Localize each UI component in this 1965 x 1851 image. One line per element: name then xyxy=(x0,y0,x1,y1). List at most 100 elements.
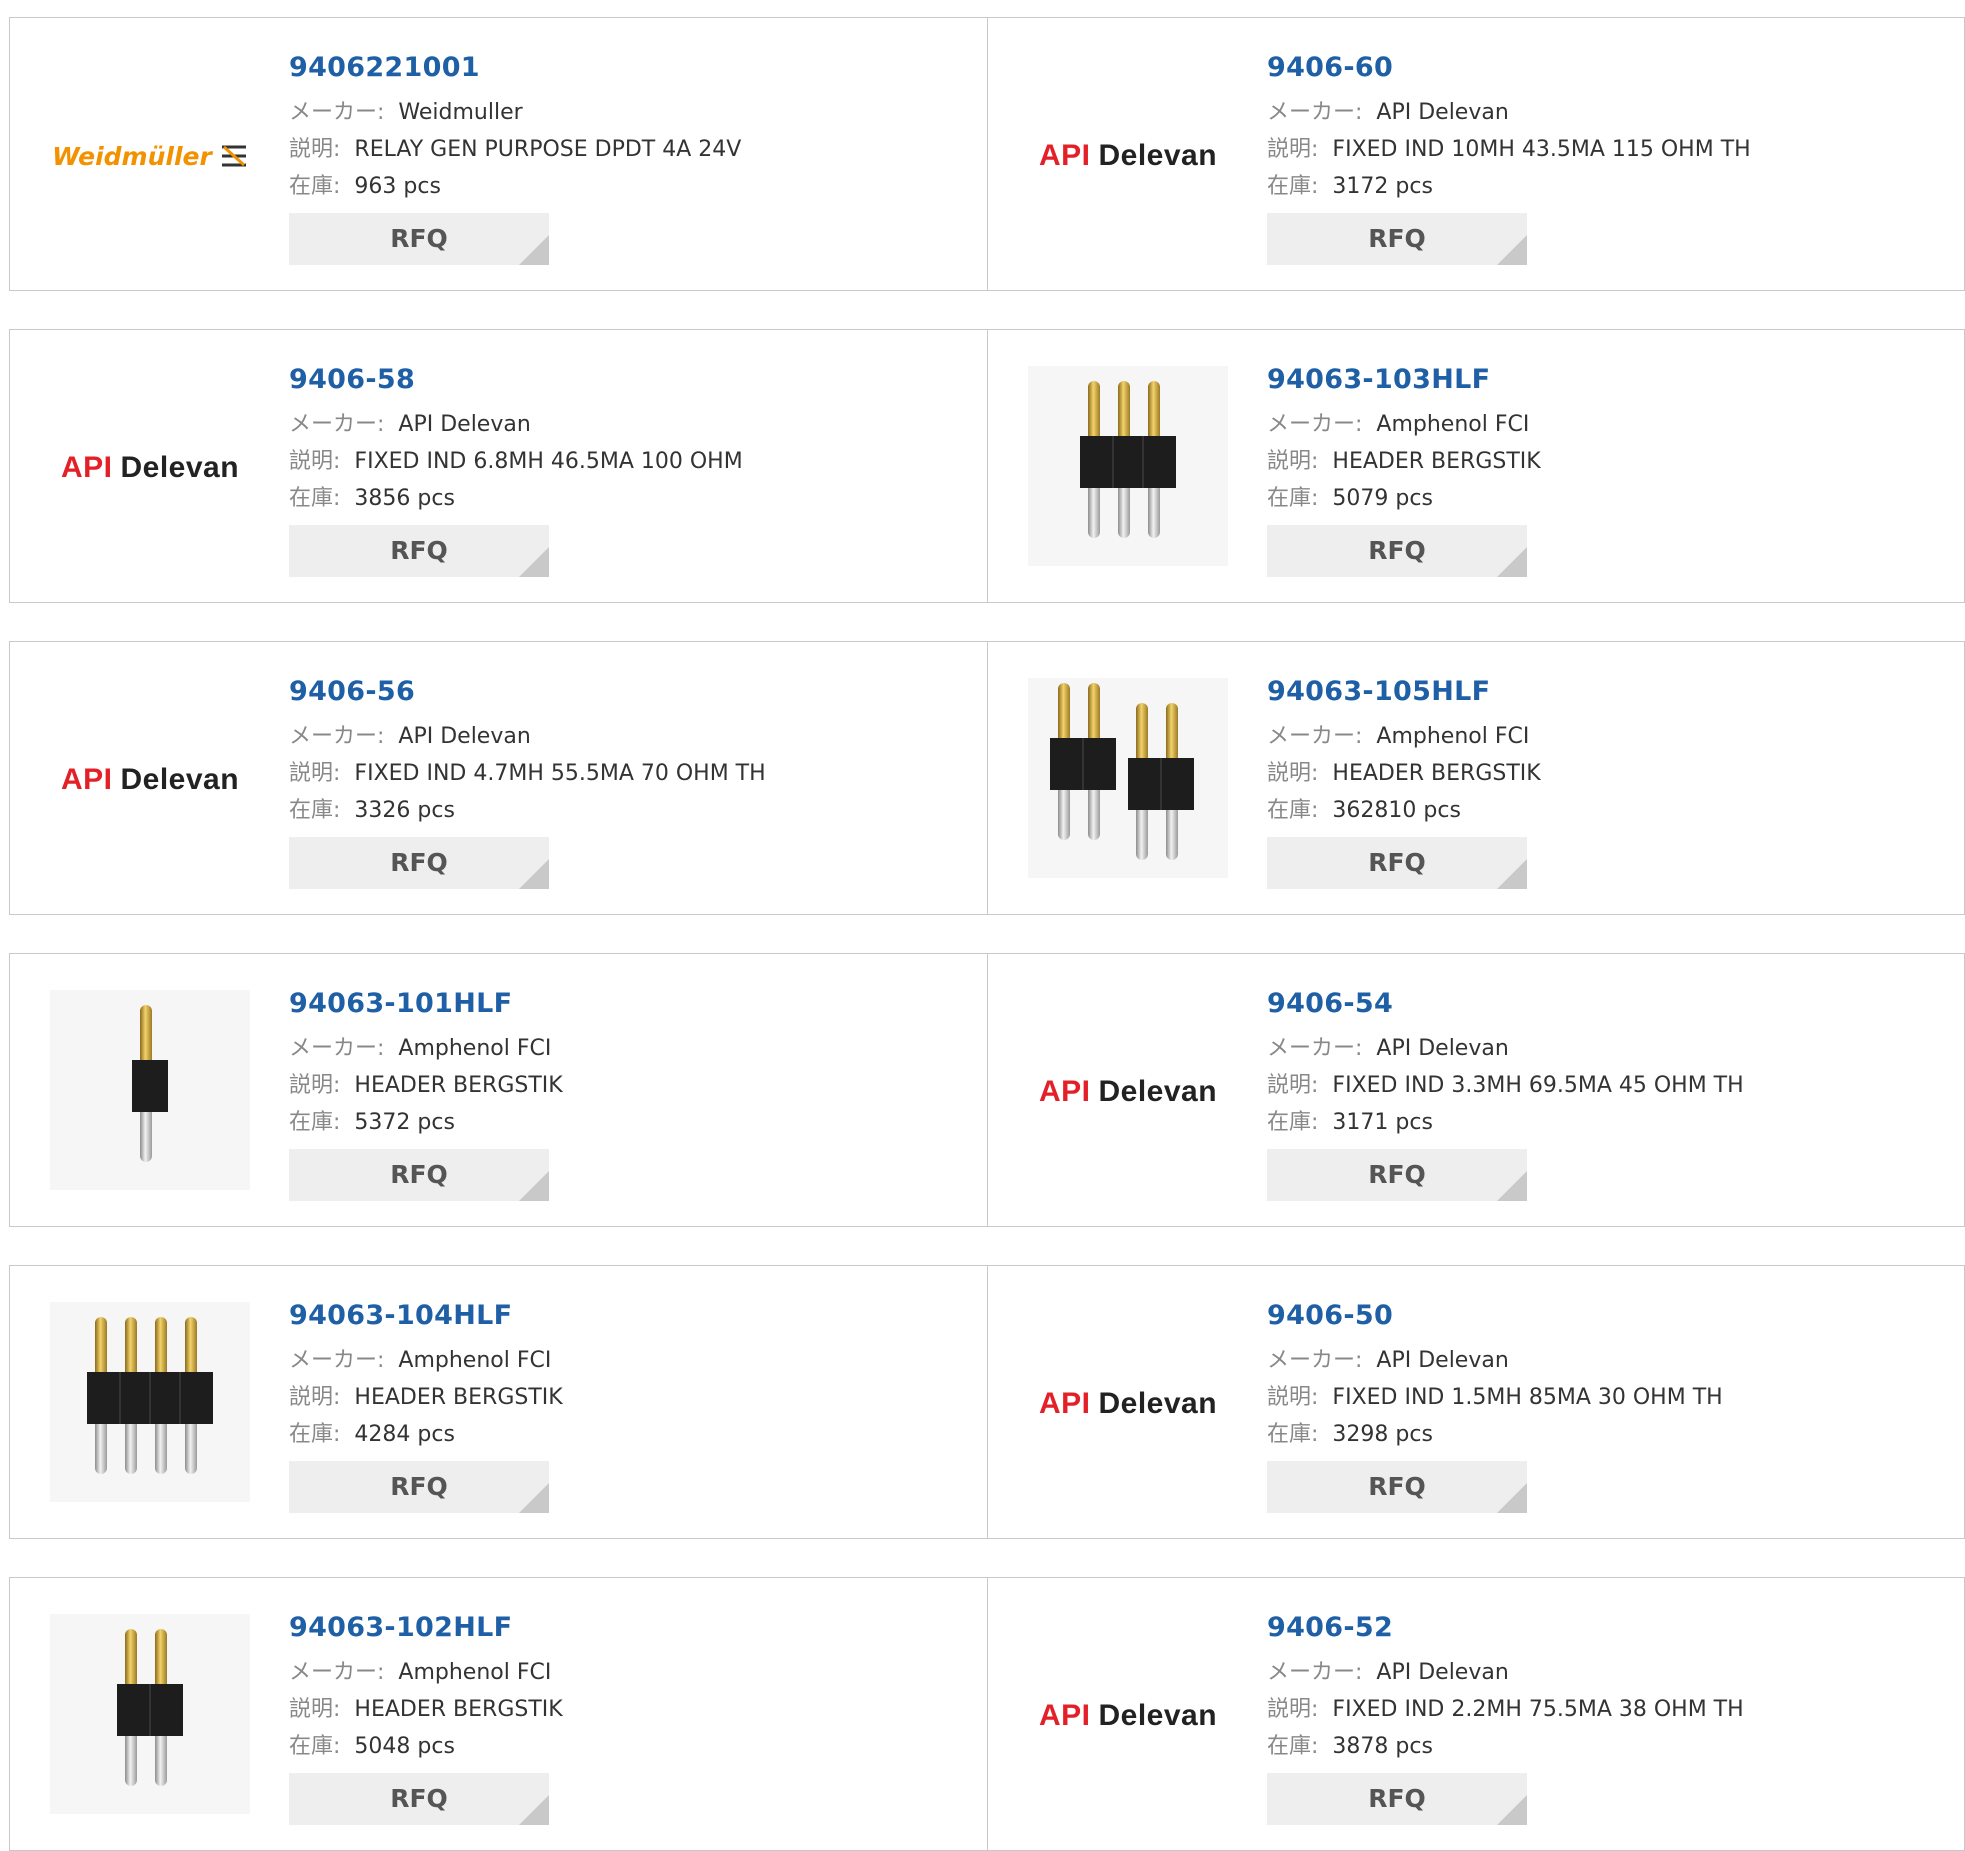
stock-line: 在庫: 963 pcs xyxy=(289,168,741,205)
description-line: 説明: FIXED IND 10MH 43.5MA 115 OHM TH xyxy=(1267,131,1751,168)
manufacturer-label: メーカー: xyxy=(1267,412,1363,437)
part-number-link[interactable]: 9406221001 xyxy=(289,48,741,88)
manufacturer-logo[interactable] xyxy=(1028,366,1228,570)
part-number-link[interactable]: 9406-56 xyxy=(289,672,766,712)
part-number-link[interactable]: 9406-52 xyxy=(1267,1608,1744,1648)
manufacturer-label: メーカー: xyxy=(1267,724,1363,749)
product-info: 9406-60 メーカー: API Delevan 説明: FIXED IND 10… xyxy=(1267,48,1751,265)
manufacturer-value: Amphenol FCI xyxy=(398,1348,552,1373)
stock-value: 3878 pcs xyxy=(1332,1734,1433,1759)
manufacturer-logo[interactable]: API Delevan xyxy=(50,680,250,880)
manufacturer-line: メーカー: Weidmuller xyxy=(289,94,741,131)
description-value: FIXED IND 6.8MH 46.5MA 100 OHM xyxy=(354,449,743,474)
description-line: 説明: HEADER BERGSTIK xyxy=(1267,443,1541,480)
product-info: 9406-52 メーカー: API Delevan 説明: FIXED IND 2.… xyxy=(1267,1608,1744,1825)
description-value: FIXED IND 2.2MH 75.5MA 38 OHM TH xyxy=(1332,1697,1744,1722)
manufacturer-logo[interactable] xyxy=(50,1302,250,1506)
stock-label: 在庫: xyxy=(289,1110,341,1135)
stock-value: 5372 pcs xyxy=(354,1110,455,1135)
pin-header-image xyxy=(50,990,250,1194)
product-row: API Delevan 9406-58 メーカー: API Delevan 説明: FI… xyxy=(9,329,1965,603)
manufacturer-line: メーカー: Amphenol FCI xyxy=(289,1654,563,1691)
rfq-button[interactable]: RFQ xyxy=(289,525,549,577)
stock-line: 在庫: 362810 pcs xyxy=(1267,792,1541,829)
rfq-button[interactable]: RFQ xyxy=(1267,1773,1527,1825)
stock-label: 在庫: xyxy=(1267,486,1319,511)
product-info: 94063-102HLF メーカー: Amphenol FCI 説明: HEADER… xyxy=(289,1608,563,1825)
part-number-link[interactable]: 94063-104HLF xyxy=(289,1296,563,1336)
rfq-button[interactable]: RFQ xyxy=(1267,213,1527,265)
manufacturer-logo[interactable] xyxy=(50,990,250,1194)
description-value: FIXED IND 10MH 43.5MA 115 OHM TH xyxy=(1332,137,1751,162)
stock-line: 在庫: 5079 pcs xyxy=(1267,480,1541,517)
rfq-button[interactable]: RFQ xyxy=(1267,1461,1527,1513)
manufacturer-label: メーカー: xyxy=(289,1660,385,1685)
stock-line: 在庫: 5048 pcs xyxy=(289,1728,563,1765)
rfq-button[interactable]: RFQ xyxy=(289,1461,549,1513)
pin-header-image xyxy=(1028,366,1228,570)
rfq-button[interactable]: RFQ xyxy=(289,1773,549,1825)
manufacturer-logo[interactable]: API Delevan xyxy=(50,368,250,568)
description-line: 説明: FIXED IND 4.7MH 55.5MA 70 OHM TH xyxy=(289,755,766,792)
part-number-link[interactable]: 9406-60 xyxy=(1267,48,1751,88)
part-number-link[interactable]: 94063-103HLF xyxy=(1267,360,1541,400)
stock-line: 在庫: 3856 pcs xyxy=(289,480,743,517)
stock-value: 362810 pcs xyxy=(1332,798,1461,823)
rfq-button[interactable]: RFQ xyxy=(1267,1149,1527,1201)
product-info: 9406-58 メーカー: API Delevan 説明: FIXED IND 6.… xyxy=(289,360,743,577)
description-label: 説明: xyxy=(1267,449,1319,474)
manufacturer-line: メーカー: Amphenol FCI xyxy=(289,1030,563,1067)
product-row: 94063-101HLF メーカー: Amphenol FCI 説明: HEADER… xyxy=(9,953,1965,1227)
stock-label: 在庫: xyxy=(289,798,341,823)
description-line: 説明: FIXED IND 2.2MH 75.5MA 38 OHM TH xyxy=(1267,1691,1744,1728)
stock-line: 在庫: 3878 pcs xyxy=(1267,1728,1744,1765)
manufacturer-logo[interactable]: API Delevan xyxy=(1028,992,1228,1192)
part-number-link[interactable]: 9406-54 xyxy=(1267,984,1744,1024)
weidmuller-logo-text: Weidmüller xyxy=(52,141,212,171)
product-info: 9406-50 メーカー: API Delevan 説明: FIXED IND 1.… xyxy=(1267,1296,1723,1513)
rfq-button[interactable]: RFQ xyxy=(289,213,549,265)
manufacturer-value: API Delevan xyxy=(1376,1660,1509,1685)
product-card: 94063-104HLF メーカー: Amphenol FCI 説明: HEADER… xyxy=(10,1266,986,1538)
stock-value: 3171 pcs xyxy=(1332,1110,1433,1135)
description-value: FIXED IND 4.7MH 55.5MA 70 OHM TH xyxy=(354,761,766,786)
part-number-link[interactable]: 94063-105HLF xyxy=(1267,672,1541,712)
product-row: API Delevan 9406-56 メーカー: API Delevan 説明: FI… xyxy=(9,641,1965,915)
manufacturer-logo[interactable] xyxy=(50,1614,250,1818)
rfq-button[interactable]: RFQ xyxy=(1267,525,1527,577)
product-card: 94063-105HLF メーカー: Amphenol FCI 説明: HEADER… xyxy=(988,642,1964,914)
manufacturer-logo[interactable] xyxy=(1028,678,1228,880)
pin-header-image xyxy=(50,1302,250,1506)
manufacturer-logo[interactable]: API Delevan xyxy=(1028,1304,1228,1504)
api-delevan-logo: API Delevan xyxy=(1038,139,1218,172)
description-value: HEADER BERGSTIK xyxy=(354,1385,563,1410)
manufacturer-logo[interactable]: API Delevan xyxy=(1028,56,1228,256)
part-number-link[interactable]: 9406-58 xyxy=(289,360,743,400)
description-label: 説明: xyxy=(1267,1073,1319,1098)
api-delevan-logo: API Delevan xyxy=(60,451,240,484)
rfq-button[interactable]: RFQ xyxy=(289,1149,549,1201)
product-info: 9406-54 メーカー: API Delevan 説明: FIXED IND 3.… xyxy=(1267,984,1744,1201)
product-row: 94063-104HLF メーカー: Amphenol FCI 説明: HEADER… xyxy=(9,1265,1965,1539)
part-number-link[interactable]: 94063-102HLF xyxy=(289,1608,563,1648)
rfq-button[interactable]: RFQ xyxy=(1267,837,1527,889)
product-info: 94063-101HLF メーカー: Amphenol FCI 説明: HEADER… xyxy=(289,984,563,1201)
stock-line: 在庫: 3298 pcs xyxy=(1267,1416,1723,1453)
weidmuller-logo: Weidmüller xyxy=(52,142,248,171)
description-line: 説明: FIXED IND 3.3MH 69.5MA 45 OHM TH xyxy=(1267,1067,1744,1104)
stock-value: 3326 pcs xyxy=(354,798,455,823)
product-card: 94063-102HLF メーカー: Amphenol FCI 説明: HEADER… xyxy=(10,1578,986,1850)
stock-value: 3856 pcs xyxy=(354,486,455,511)
manufacturer-logo[interactable]: Weidmüller xyxy=(50,56,250,256)
part-number-link[interactable]: 9406-50 xyxy=(1267,1296,1723,1336)
part-number-link[interactable]: 94063-101HLF xyxy=(289,984,563,1024)
description-line: 説明: FIXED IND 1.5MH 85MA 30 OHM TH xyxy=(1267,1379,1723,1416)
stock-value: 5079 pcs xyxy=(1332,486,1433,511)
description-value: FIXED IND 3.3MH 69.5MA 45 OHM TH xyxy=(1332,1073,1744,1098)
manufacturer-line: メーカー: Amphenol FCI xyxy=(1267,406,1541,443)
pin-header-image xyxy=(50,1614,250,1818)
rfq-button[interactable]: RFQ xyxy=(289,837,549,889)
description-label: 説明: xyxy=(1267,1697,1319,1722)
manufacturer-logo[interactable]: API Delevan xyxy=(1028,1616,1228,1816)
stock-value: 5048 pcs xyxy=(354,1734,455,1759)
